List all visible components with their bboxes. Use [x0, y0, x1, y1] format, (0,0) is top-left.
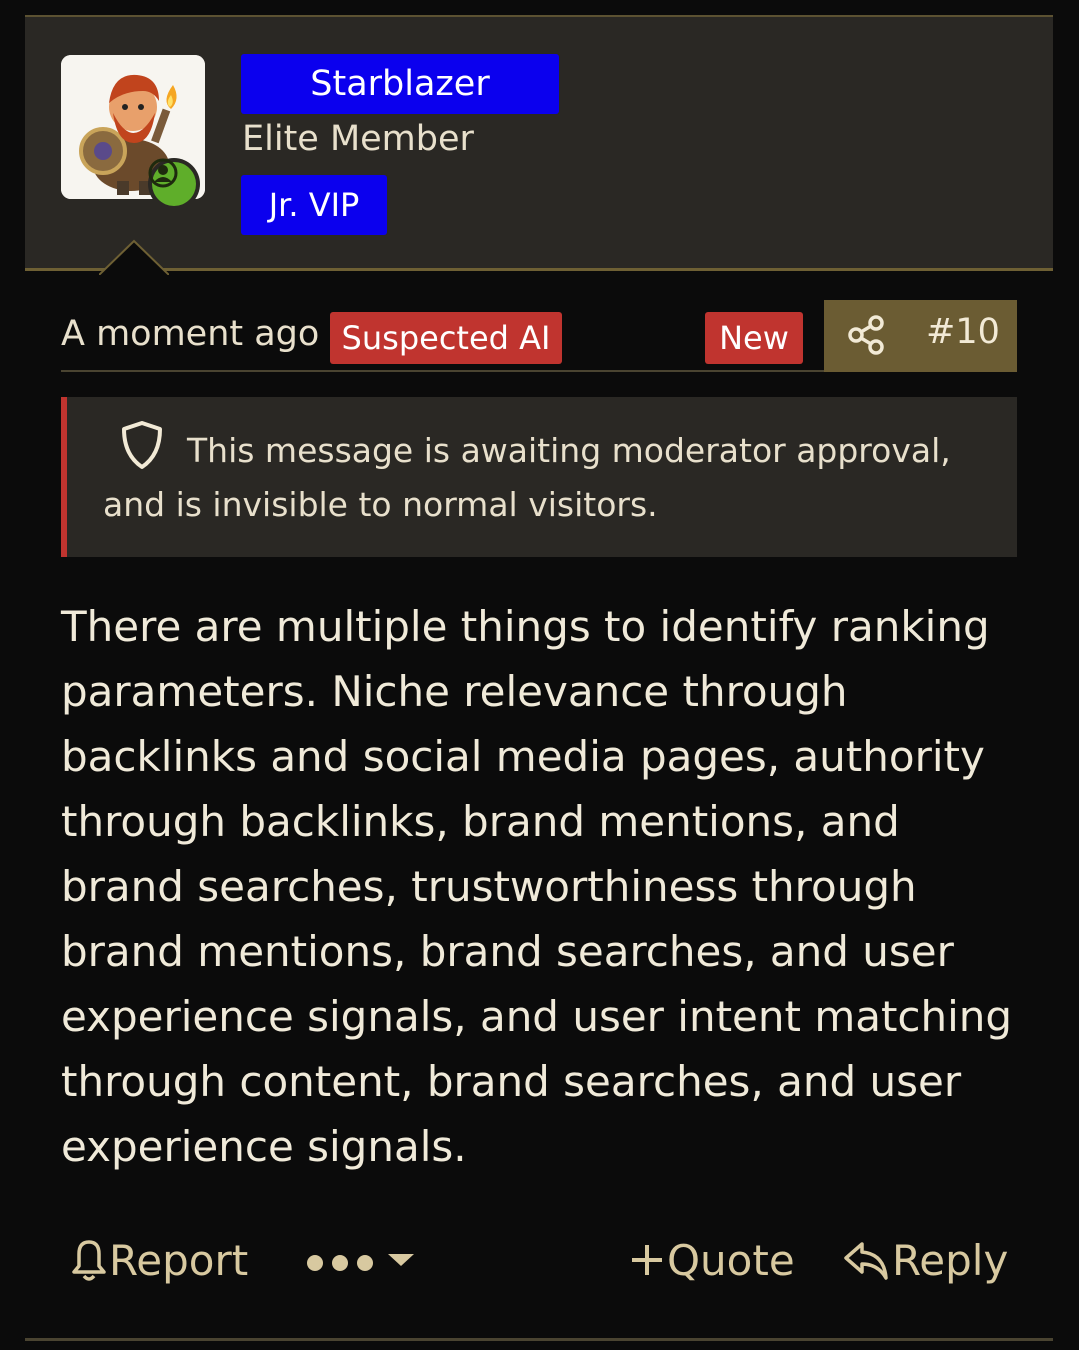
plus-icon — [632, 1245, 662, 1275]
quote-button[interactable]: Quote — [627, 1228, 795, 1292]
post-actions-box: #10 — [824, 300, 1017, 372]
user-avatar[interactable] — [61, 55, 205, 210]
bottom-divider — [25, 1338, 1053, 1341]
reply-button[interactable]: Reply — [842, 1228, 1008, 1292]
reply-label: Reply — [892, 1235, 1009, 1285]
share-icon[interactable] — [844, 313, 888, 357]
moderation-notice-text: This message is awaiting moderator appro… — [103, 431, 951, 524]
more-options-button[interactable] — [306, 1228, 418, 1292]
report-button[interactable]: Report — [69, 1228, 248, 1292]
post-timestamp[interactable]: A moment ago — [61, 314, 319, 354]
suspected-ai-badge: Suspected AI — [330, 312, 562, 364]
caret-pointer-icon — [99, 239, 169, 275]
post-meta-row: A moment ago Suspected AI New #10 — [61, 300, 1017, 372]
post-footer: Report Quote Reply — [61, 1228, 1017, 1292]
vip-badge: Jr. VIP — [241, 175, 387, 235]
bell-icon — [72, 1240, 106, 1281]
new-badge: New — [705, 312, 803, 364]
reply-icon — [844, 1242, 888, 1280]
user-title: Elite Member — [242, 119, 474, 159]
online-status-badge — [148, 158, 200, 210]
user-icon — [148, 158, 178, 188]
message-body: There are multiple things to identify ra… — [61, 602, 1013, 1171]
user-info-card: Starblazer Elite Member Jr. VIP — [25, 15, 1053, 275]
moderation-notice: This message is awaiting moderator appro… — [61, 397, 1017, 557]
post-number-link[interactable]: #10 — [926, 312, 1000, 352]
more-options-icon — [307, 1254, 414, 1271]
username-link[interactable]: Starblazer — [241, 54, 559, 114]
report-label: Report — [109, 1235, 249, 1285]
quote-label: Quote — [667, 1235, 795, 1285]
